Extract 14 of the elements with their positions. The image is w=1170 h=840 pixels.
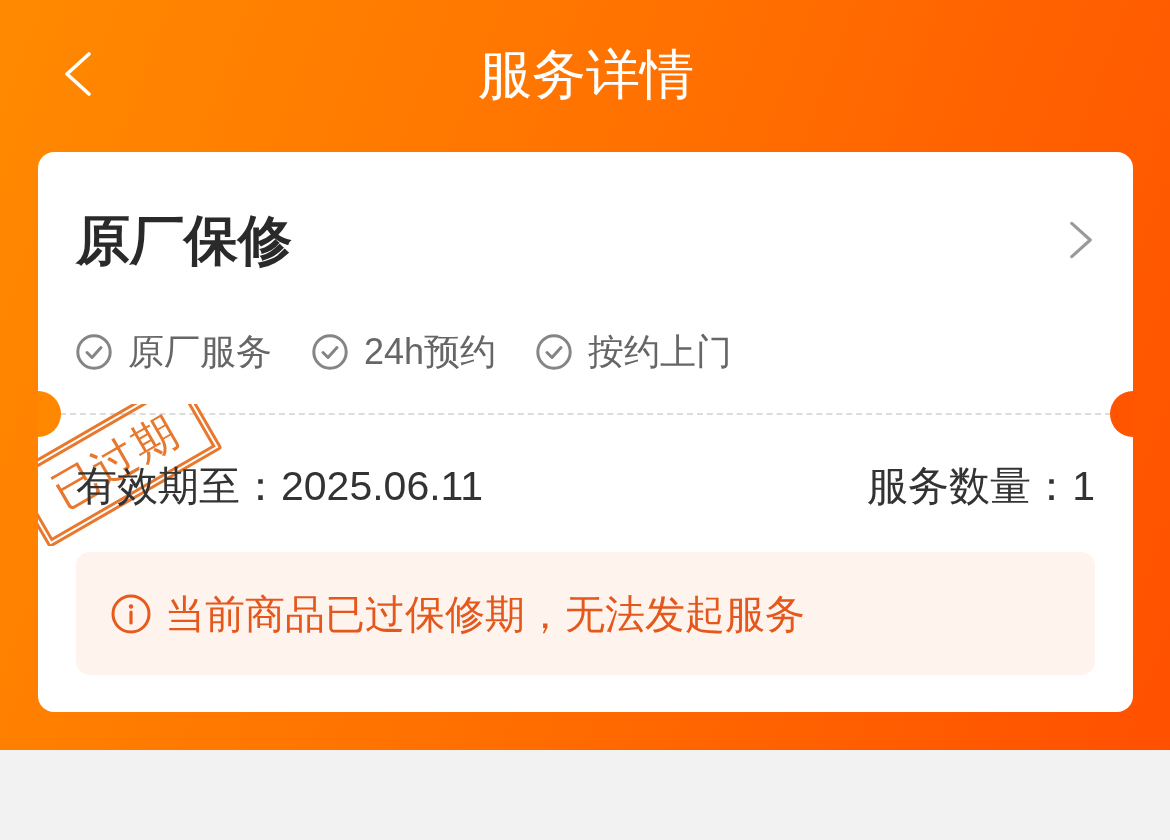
check-circle-icon <box>76 334 112 370</box>
back-button[interactable] <box>64 52 92 96</box>
page-title: 服务详情 <box>477 43 694 106</box>
info-icon <box>111 593 151 634</box>
check-circle-icon <box>536 334 573 370</box>
feature-label: 24h预约 <box>364 332 497 372</box>
quantity-text: 服务数量：1 <box>867 466 1095 506</box>
chevron-left-icon <box>64 52 92 96</box>
chevron-right-icon[interactable] <box>1069 221 1093 259</box>
service-title: 原厂保修 <box>76 209 292 272</box>
feature-label: 原厂服务 <box>128 332 272 372</box>
check-circle-icon <box>312 334 348 370</box>
feature-label: 按约上门 <box>588 332 733 372</box>
warning-text: 当前商品已过保修期，无法发起服务 <box>165 590 805 638</box>
